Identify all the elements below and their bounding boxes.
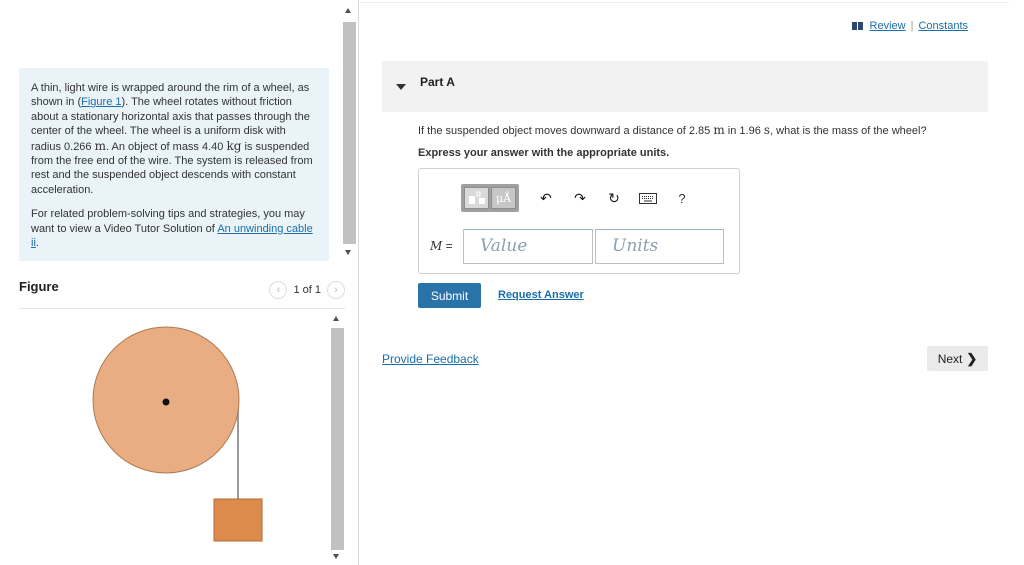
part-title: Part A bbox=[420, 74, 455, 89]
next-button[interactable]: Next ❯ bbox=[927, 346, 988, 371]
answer-variable-label: M = bbox=[430, 239, 453, 253]
figure-link[interactable]: Figure 1 bbox=[81, 96, 121, 108]
figure-pager: ‹ 1 of 1 › bbox=[269, 281, 345, 299]
chevron-right-icon: › bbox=[334, 284, 338, 296]
undo-button[interactable]: ↶ bbox=[529, 187, 563, 209]
figure-title: Figure bbox=[19, 279, 59, 294]
scroll-down-icon[interactable] bbox=[333, 554, 339, 559]
scroll-up-icon[interactable] bbox=[345, 8, 351, 13]
keyboard-button[interactable] bbox=[631, 187, 665, 209]
scrollbar-thumb[interactable] bbox=[331, 328, 344, 550]
chevron-left-icon: ‹ bbox=[276, 284, 281, 296]
figure-image bbox=[19, 312, 329, 565]
prev-figure-button[interactable]: ‹ bbox=[269, 281, 288, 299]
toolbar-group: μÅ bbox=[461, 184, 519, 212]
problem-text: A thin, light wire is wrapped around the… bbox=[31, 82, 313, 196]
figure-page-indicator: 1 of 1 bbox=[293, 284, 321, 296]
submit-button[interactable]: Submit bbox=[418, 283, 481, 308]
templates-button[interactable] bbox=[464, 187, 489, 209]
problem-statement: A thin, light wire is wrapped around the… bbox=[19, 68, 329, 261]
divider bbox=[359, 2, 1009, 3]
reset-button[interactable]: ↻ bbox=[597, 187, 631, 209]
suspended-object bbox=[213, 498, 263, 542]
scroll-down-icon[interactable] bbox=[345, 250, 351, 255]
math-toolbar: μÅ ↶ ↷ ↻ ? bbox=[461, 184, 699, 212]
provide-feedback-link[interactable]: Provide Feedback bbox=[382, 352, 479, 366]
reset-icon: ↻ bbox=[608, 189, 620, 206]
undo-icon: ↶ bbox=[540, 189, 552, 206]
redo-button[interactable]: ↷ bbox=[563, 187, 597, 209]
part-a-header[interactable]: Part A bbox=[382, 61, 988, 112]
link-separator: | bbox=[910, 20, 914, 32]
question-text: If the suspended object moves downward a… bbox=[418, 123, 927, 137]
figure-scrollbar[interactable] bbox=[329, 310, 345, 565]
keyboard-icon bbox=[639, 192, 657, 204]
review-link[interactable]: Review bbox=[870, 20, 906, 32]
scroll-up-icon[interactable] bbox=[333, 316, 339, 321]
left-pane: A thin, light wire is wrapped around the… bbox=[0, 0, 358, 565]
tips-text: For related problem-solving tips and str… bbox=[31, 208, 313, 250]
caret-down-icon[interactable] bbox=[396, 83, 406, 90]
axle bbox=[162, 398, 170, 406]
problem-scrollbar[interactable] bbox=[341, 0, 357, 262]
redo-icon: ↷ bbox=[574, 189, 586, 206]
review-icon bbox=[851, 22, 863, 30]
next-label: Next bbox=[937, 351, 963, 366]
answer-instruction: Express your answer with the appropriate… bbox=[418, 147, 670, 159]
answer-box: μÅ ↶ ↷ ↻ ? M = Value Units bbox=[418, 168, 740, 274]
pane-divider[interactable] bbox=[358, 0, 359, 565]
figure-header: Figure ‹ 1 of 1 › bbox=[19, 279, 345, 309]
units-button[interactable]: μÅ bbox=[491, 187, 516, 209]
scrollbar-thumb[interactable] bbox=[343, 22, 356, 244]
header-links: Review | Constants bbox=[851, 20, 968, 32]
help-button[interactable]: ? bbox=[665, 187, 699, 209]
constants-link[interactable]: Constants bbox=[918, 20, 968, 32]
wheel-diagram bbox=[92, 326, 263, 542]
chevron-right-icon: ❯ bbox=[966, 350, 978, 366]
next-figure-button[interactable]: › bbox=[327, 281, 345, 299]
value-input[interactable]: Value bbox=[463, 229, 593, 264]
units-input[interactable]: Units bbox=[595, 229, 724, 264]
templates-icon bbox=[468, 191, 485, 204]
request-answer-link[interactable]: Request Answer bbox=[498, 289, 584, 301]
